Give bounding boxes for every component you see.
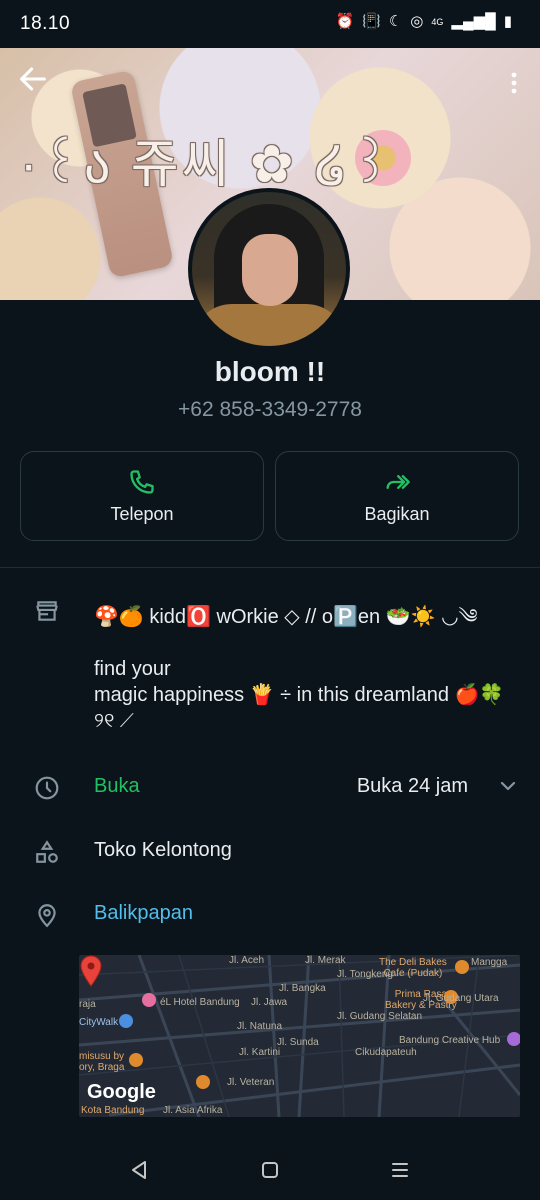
hours-status[interactable]: Buka [94, 775, 140, 798]
more-options-button[interactable] [502, 70, 526, 96]
phone-icon [130, 469, 154, 494]
map-label-jl-asia-afrika: Jl. Asia Afrika [163, 1105, 223, 1116]
location-pin-icon [38, 904, 56, 928]
status-time: 18.10 [20, 13, 71, 34]
business-description: 🍄🍊 kidd🅾️ wOrkie ◇ // o🅿️en 🥗☀️ ◡༄ find … [94, 604, 534, 734]
creative-hub-icon [507, 1032, 520, 1046]
map-marker-icon [80, 955, 102, 987]
map-footer [0, 1117, 540, 1139]
map-label-raja: raja [79, 999, 96, 1010]
map-label-jl-aceh: Jl. Aceh [229, 955, 265, 966]
location-map[interactable]: The Deli Bakes Cafe (Pudak) Mangga Prima… [79, 955, 520, 1117]
system-nav-bar [0, 1139, 540, 1200]
restaurant-icon [455, 960, 469, 974]
map-label-citywalk: CityWalk [79, 1017, 119, 1028]
status-bar: 18.10 ⏰ 📳 ☾ ◎ 4G ▂▄▆█ ▮ [0, 0, 540, 48]
map-label-creative: Bandung Creative Hub [399, 1035, 501, 1046]
nav-home-icon[interactable] [259, 1159, 281, 1181]
more-vertical-icon [511, 72, 517, 94]
shopping-icon [119, 1014, 133, 1028]
avatar[interactable] [188, 188, 350, 350]
network-type: 4G [431, 17, 444, 27]
arrow-left-icon [20, 67, 46, 91]
back-button[interactable] [16, 62, 50, 96]
do-not-disturb-icon: ☾ [388, 13, 403, 30]
section-divider [0, 567, 540, 568]
description-line-2: find your magic happiness 🍟 ÷ in this dr… [94, 658, 505, 732]
status-icons: ⏰ 📳 ☾ ◎ 4G ▂▄▆█ ▮ [335, 12, 512, 32]
call-button-label: Telepon [110, 503, 174, 524]
business-category: Toko Kelontong [94, 839, 232, 861]
map-label-hotel: éL Hotel Bandung [160, 997, 240, 1008]
map-label-jl-sunda: Jl. Sunda [277, 1037, 319, 1048]
map-label-jl-gudang-utara: Jl. Gudang Utara [423, 993, 499, 1004]
battery-icon: ▮ [503, 13, 512, 30]
cover-title: ·꒰ა 쥬씨 ✿ ໒꒱ [20, 136, 394, 194]
food-icon [196, 1075, 210, 1089]
hotspot-icon: ◎ [410, 13, 424, 30]
business-location[interactable]: Balikpapan [94, 902, 193, 925]
description-line-1: 🍄🍊 kidd🅾️ wOrkie ◇ // o🅿️en 🥗☀️ ◡༄ [94, 606, 478, 628]
call-button[interactable]: Telepon [20, 451, 264, 541]
hotel-icon [142, 993, 156, 1007]
nav-back-icon[interactable] [128, 1159, 150, 1181]
map-label-jl-gudang-selatan: Jl. Gudang Selatan [337, 1011, 423, 1022]
google-logo: Google [87, 1081, 156, 1103]
share-button-label: Bagikan [364, 503, 430, 524]
profile-name: bloom !! [214, 356, 326, 387]
vibrate-icon: 📳 [362, 13, 381, 30]
alarm-icon: ⏰ [335, 13, 355, 30]
map-label-jl-jawa: Jl. Jawa [251, 997, 288, 1008]
share-forward-icon [386, 474, 410, 489]
store-icon [36, 601, 58, 621]
cafe-icon [129, 1053, 143, 1067]
hours-text[interactable]: Buka 24 jam [357, 775, 468, 798]
map-label-mangga: Mangga [471, 957, 508, 968]
map-label-jl-kartini: Jl. Kartini [239, 1047, 281, 1058]
category-shapes-icon [36, 840, 58, 863]
map-label-jl-tongkeng: Jl. Tongkeng [337, 969, 393, 980]
map-label-cikuda: Cikudapateuh [355, 1047, 417, 1058]
map-label-jl-merak: Jl. Merak [305, 955, 346, 966]
chevron-down-icon[interactable] [496, 774, 520, 798]
map-label-misusu: misusu by ory, Braga [79, 1051, 125, 1073]
clock-icon [35, 776, 59, 800]
avatar-photo [192, 192, 346, 346]
signal-icon: ▂▄▆█ [451, 13, 496, 30]
share-button[interactable]: Bagikan [275, 451, 519, 541]
map-label-kota: Kota Bandung [81, 1105, 145, 1116]
map-label-jl-natuna: Jl. Natuna [237, 1021, 283, 1032]
map-label-jl-bangka: Jl. Bangka [279, 983, 326, 994]
map-label-jl-veteran: Jl. Veteran [227, 1077, 275, 1088]
nav-recents-icon[interactable] [389, 1159, 411, 1181]
profile-phone: +62 858-3349-2778 [178, 398, 362, 421]
